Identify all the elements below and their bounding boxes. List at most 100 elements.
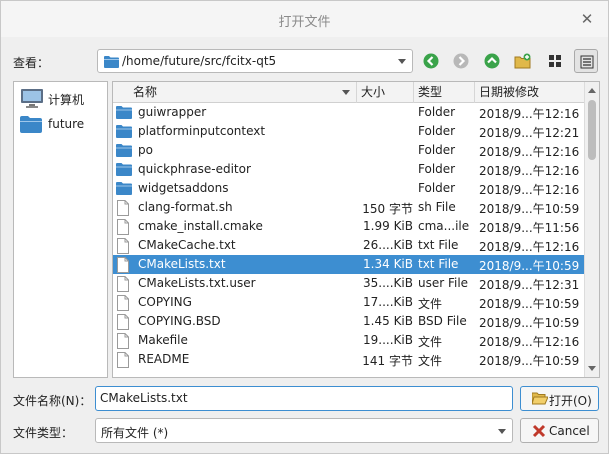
cancel-button-label: Cancel [549, 424, 590, 438]
forward-button[interactable] [449, 49, 473, 73]
folder-icon [20, 116, 42, 133]
file-name-cell: quickphrase-editor [138, 162, 251, 176]
column-date-label: 日期被修改 [479, 85, 540, 99]
column-header-date[interactable]: 日期被修改 [475, 82, 585, 103]
file-date-cell: 2018/9...午12:16 [479, 164, 580, 178]
detail-view-button[interactable] [574, 49, 598, 73]
column-header-name[interactable]: 名称 [113, 82, 357, 103]
computer-icon [21, 89, 43, 108]
grid-view-icon [549, 55, 561, 67]
file-date-cell: 2018/9...午10:59 [479, 259, 580, 273]
file-type-cell: Folder [418, 143, 456, 157]
table-row[interactable]: cmake_install.cmake 1.99 KiB cma...ile 2018… [113, 217, 585, 236]
file-date-cell: 2018/9...午12:21 [479, 126, 580, 140]
column-size-label: 大小 [361, 85, 386, 99]
column-header-type[interactable]: 类型 [414, 82, 475, 103]
back-button[interactable] [419, 49, 443, 73]
file-name-cell: clang-format.sh [138, 200, 233, 214]
table-row[interactable]: COPYING 17....KiB 文件 2018/9...午10:59 [113, 293, 585, 312]
file-type-cell: user File [418, 276, 469, 290]
vertical-scrollbar[interactable] [584, 82, 599, 377]
chevron-down-icon [398, 59, 406, 64]
file-type-cell: Folder [418, 162, 456, 176]
file-name-cell: COPYING.BSD [138, 314, 221, 328]
open-button[interactable]: 打开(O) [520, 386, 599, 411]
open-button-label: 打开(O) [549, 394, 592, 408]
file-icon [116, 352, 130, 371]
table-row[interactable]: Makefile 19....KiB 文件 2018/9...午12:16 [113, 331, 585, 350]
file-size-cell: 35....KiB [363, 276, 413, 290]
table-row[interactable]: clang-format.sh 150 字节 sh File 2018/9...午10… [113, 198, 585, 217]
title-bar: 打开文件 ✕ [1, 1, 608, 37]
table-row[interactable]: README 141 字节 文件 2018/9...午10:59 [113, 350, 585, 369]
folder-icon [104, 55, 119, 71]
back-icon [423, 53, 439, 69]
file-date-cell: 2018/9...午12:16 [479, 183, 580, 197]
file-name-cell: platforminputcontext [138, 124, 266, 138]
file-name-cell: po [138, 143, 153, 157]
table-row[interactable]: CMakeLists.txt 1.34 KiB txt File 2018/9...午… [113, 255, 585, 274]
table-row[interactable]: guiwrapper Folder 2018/9...午12:16 [113, 103, 585, 122]
folder-icon [116, 105, 132, 122]
table-row[interactable]: platforminputcontext Folder 2018/9...午12:2… [113, 122, 585, 141]
close-icon[interactable]: ✕ [578, 10, 596, 28]
sidebar-item-label: 计算机 [48, 93, 85, 107]
column-header-row: 名称 大小 类型 日期被修改 [113, 82, 585, 103]
file-size-cell: 26....KiB [363, 238, 413, 252]
table-row[interactable]: quickphrase-editor Folder 2018/9...午12:16 [113, 160, 585, 179]
column-name-label: 名称 [133, 85, 158, 99]
folder-icon [116, 124, 132, 141]
file-size-cell: 1.45 KiB [363, 314, 413, 328]
column-header-size[interactable]: 大小 [357, 82, 414, 103]
chevron-down-icon [498, 429, 506, 434]
file-type-cell: Folder [418, 105, 456, 119]
file-type-cell: Folder [418, 181, 456, 195]
cancel-x-icon [532, 424, 546, 438]
sidebar-item-computer[interactable]: 计算机 [18, 86, 106, 110]
window-title: 打开文件 [278, 15, 331, 30]
file-date-cell: 2018/9...午10:59 [479, 297, 580, 311]
up-arrow-icon [484, 53, 500, 69]
file-type-cell: 文件 [418, 335, 443, 349]
file-type-cell: 文件 [418, 354, 443, 368]
file-type-cell: cma...ile [418, 219, 470, 233]
look-in-label: 查看： [13, 56, 50, 70]
file-type-cell: txt File [418, 257, 459, 271]
path-combobox[interactable]: /home/future/src/fcitx-qt5 [97, 49, 413, 73]
file-size-cell: 141 字节 [362, 354, 413, 368]
file-name-cell: README [138, 352, 190, 366]
folder-icon [116, 143, 132, 160]
file-type-cell: sh File [418, 200, 456, 214]
table-row[interactable]: po Folder 2018/9...午12:16 [113, 141, 585, 160]
scrollbar-thumb[interactable] [588, 100, 596, 160]
list-view-button[interactable] [543, 49, 567, 73]
file-date-cell: 2018/9...午10:59 [479, 202, 580, 216]
forward-icon [453, 53, 469, 69]
table-row[interactable]: CMakeLists.txt.user 35....KiB user File 201… [113, 274, 585, 293]
column-type-label: 类型 [418, 85, 443, 99]
file-name-cell: Makefile [138, 333, 188, 347]
file-list-view: 名称 大小 类型 日期被修改 guiwrapper Folder 2018/9...… [112, 81, 600, 378]
file-type-cell: BSD File [418, 314, 467, 328]
scroll-down-icon[interactable] [588, 366, 596, 371]
path-text: /home/future/src/fcitx-qt5 [122, 54, 277, 68]
table-row[interactable]: COPYING.BSD 1.45 KiB BSD File 2018/9...午10:… [113, 312, 585, 331]
filetype-combobox[interactable]: 所有文件 (*) [95, 418, 513, 443]
parent-folder-button[interactable] [480, 49, 504, 73]
table-row[interactable]: widgetsaddons Folder 2018/9...午12:16 [113, 179, 585, 198]
file-name-cell: guiwrapper [138, 105, 207, 119]
filetype-value: 所有文件 (*) [101, 426, 169, 440]
file-date-cell: 2018/9...午10:59 [479, 316, 580, 330]
detail-view-icon [580, 55, 594, 69]
sidebar-item-future[interactable]: future [18, 112, 106, 136]
cancel-button[interactable]: Cancel [520, 418, 599, 443]
file-type-cell: txt File [418, 238, 459, 252]
scroll-up-icon[interactable] [588, 88, 596, 93]
table-row[interactable]: CMakeCache.txt 26....KiB txt File 2018/9...… [113, 236, 585, 255]
file-date-cell: 2018/9...午12:16 [479, 107, 580, 121]
filename-input[interactable]: CMakeLists.txt [95, 386, 513, 411]
file-date-cell: 2018/9...午12:16 [479, 240, 580, 254]
new-folder-icon [514, 53, 531, 69]
new-folder-button[interactable] [510, 49, 534, 73]
file-size-cell: 1.34 KiB [363, 257, 413, 271]
